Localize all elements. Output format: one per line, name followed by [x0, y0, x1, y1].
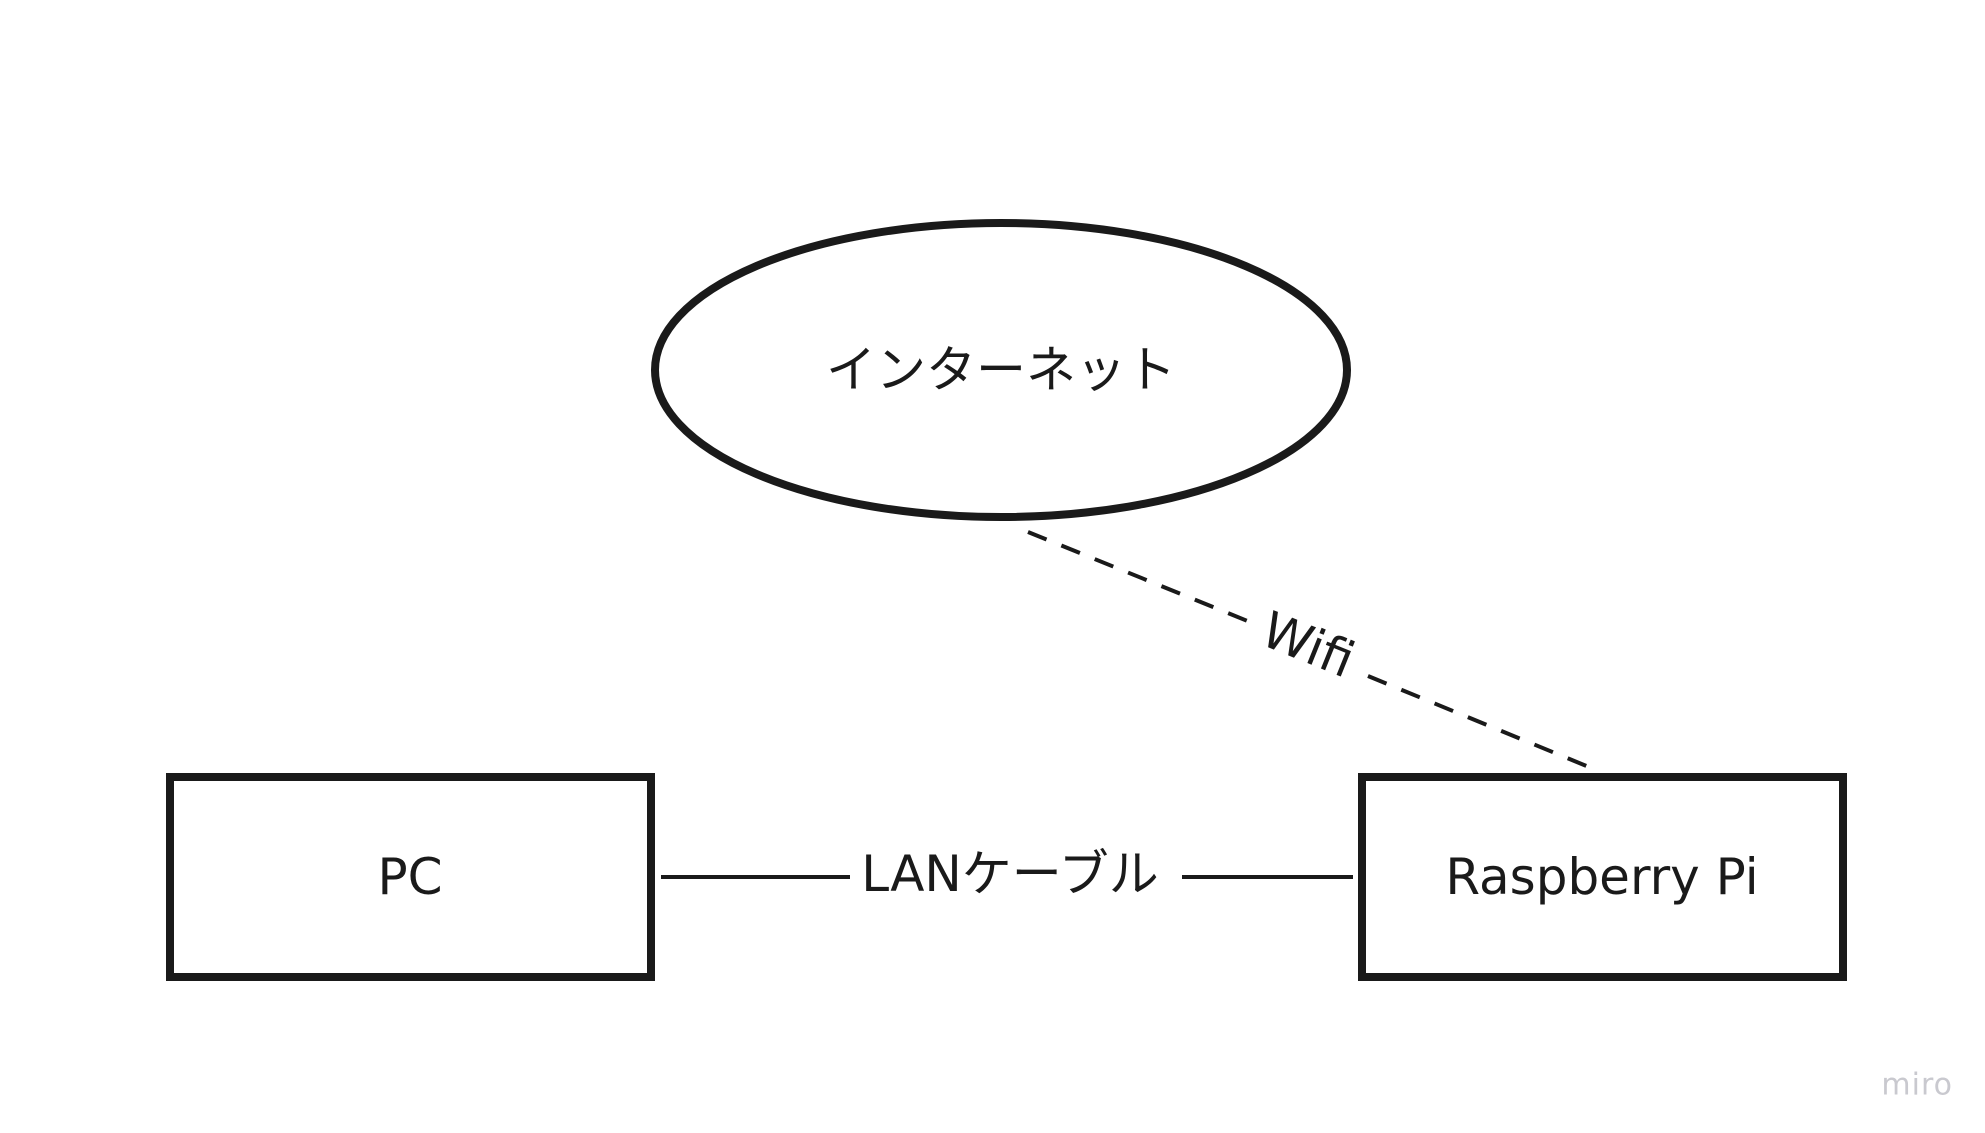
network-diagram: インターネット Wifi PC Raspberry Pi LANケーブル mir…	[166, 219, 1953, 1103]
raspberry-pi-node[interactable]: Raspberry Pi	[1358, 773, 1847, 981]
raspberry-pi-label: Raspberry Pi	[1445, 848, 1758, 906]
lan-label: LANケーブル	[861, 845, 1159, 903]
internet-label: インターネット	[826, 341, 1176, 399]
wifi-line-upper	[1027, 530, 1251, 624]
internet-node[interactable]: インターネット	[651, 219, 1351, 521]
pc-node[interactable]: PC	[166, 773, 655, 981]
diagram-canvas: インターネット Wifi PC Raspberry Pi LANケーブル mir…	[0, 0, 1985, 1133]
wifi-line-lower	[1367, 674, 1602, 774]
pc-label: PC	[377, 848, 442, 906]
wifi-label: Wifi	[1254, 601, 1363, 690]
lan-connector[interactable]: LANケーブル	[661, 845, 1353, 903]
miro-watermark: miro	[1881, 1068, 1953, 1103]
wifi-connector[interactable]: Wifi	[1027, 530, 1602, 774]
